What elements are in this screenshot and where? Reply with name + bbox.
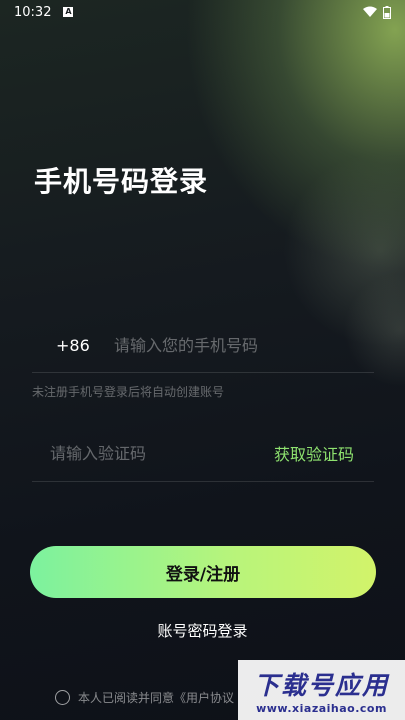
register-hint: 未注册手机号登录后将自动创建账号	[32, 385, 225, 399]
status-time: 10:32	[14, 4, 52, 20]
phone-row: +86	[32, 318, 374, 373]
agreement-text[interactable]: 本人已阅读并同意《用户协议	[78, 689, 234, 706]
watermark-logo: 下载号应用 www.xiazaihao.com	[238, 660, 405, 720]
page-title: 手机号码登录	[34, 165, 209, 198]
password-login-link[interactable]: 账号密码登录	[0, 620, 405, 641]
battery-icon	[383, 5, 391, 19]
status-bar: 10:32 A	[0, 0, 405, 24]
get-code-button[interactable]: 获取验证码	[274, 441, 374, 465]
a-icon: A	[63, 7, 74, 17]
code-row: 获取验证码	[32, 425, 374, 482]
watermark-url: www.xiazaihao.com	[256, 701, 387, 715]
login-register-button[interactable]: 登录/注册	[30, 546, 376, 598]
verification-code-input[interactable]	[32, 443, 274, 463]
agreement-row: 本人已阅读并同意《用户协议	[55, 689, 234, 706]
agreement-checkbox[interactable]	[55, 690, 70, 705]
country-code[interactable]: +86	[32, 336, 114, 355]
wifi-icon	[363, 6, 377, 17]
watermark-title: 下载号应用	[253, 670, 389, 700]
phone-input[interactable]	[114, 335, 374, 355]
